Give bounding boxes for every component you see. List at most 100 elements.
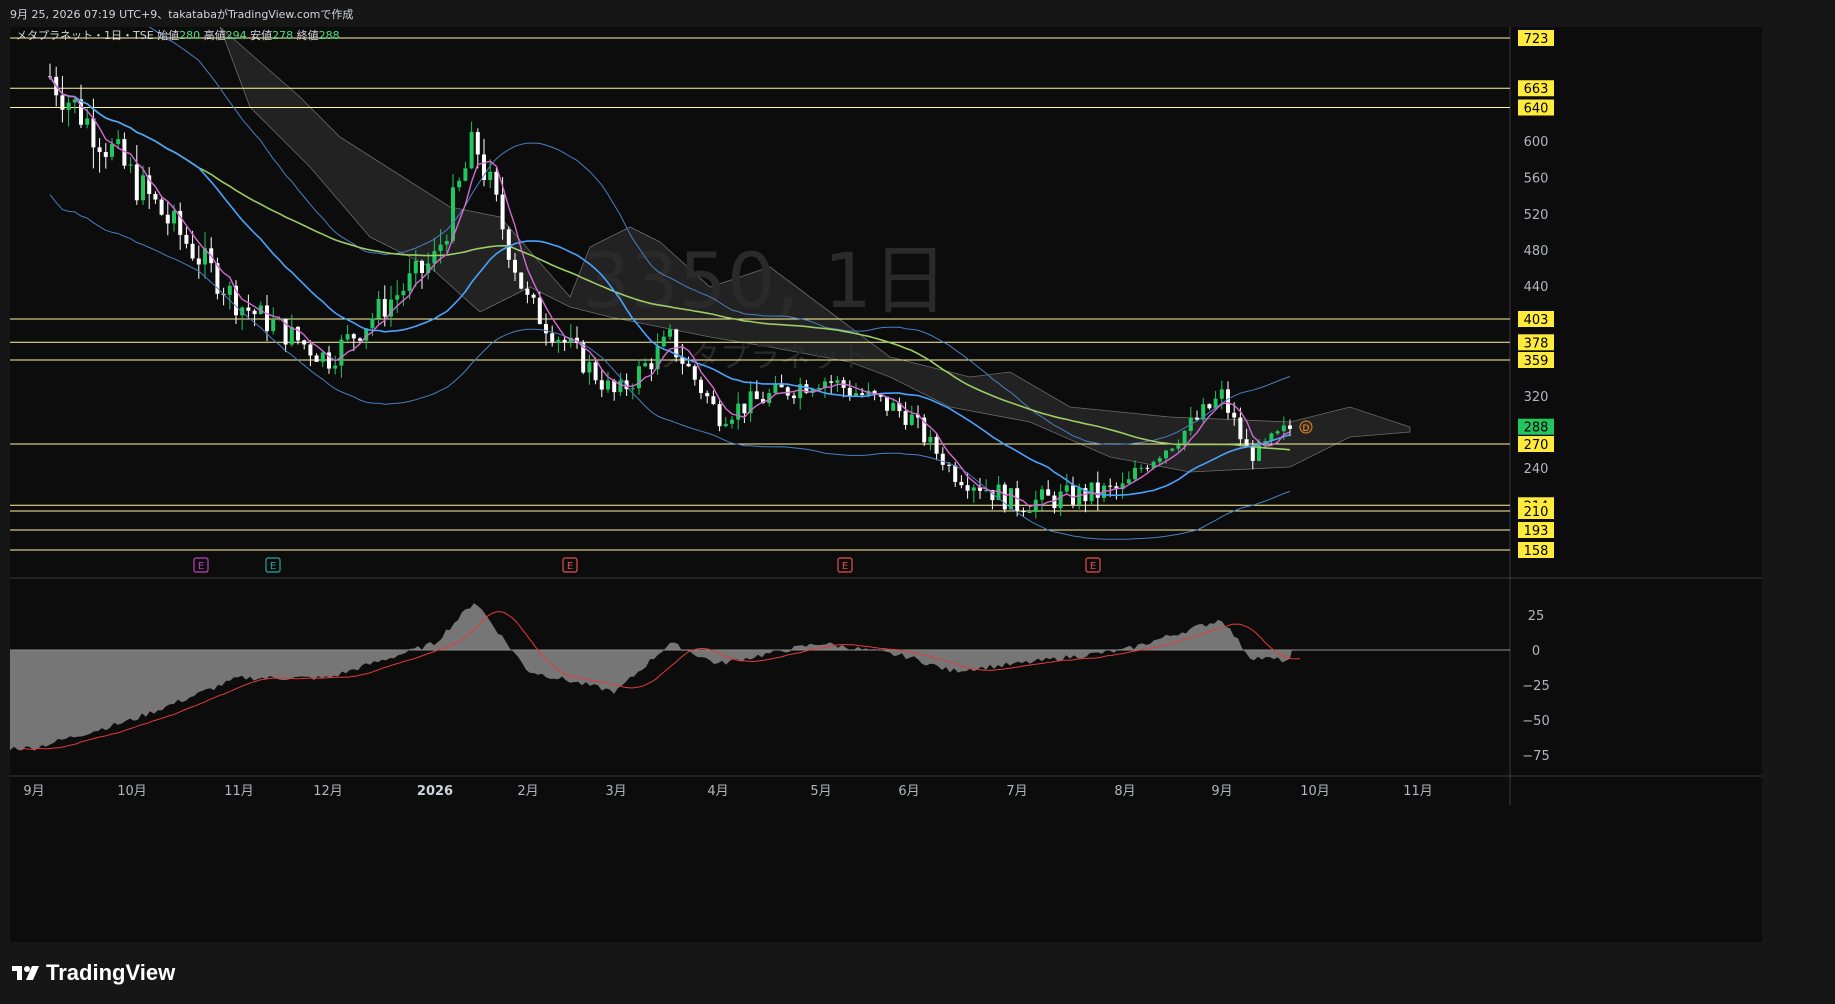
candle-body [1108,485,1113,487]
candle-body [637,366,641,389]
candle-body [928,436,933,443]
candle-body [785,387,790,396]
legend-close-label: 終値 [297,28,319,42]
watermark-subtitle: メタプラネット [660,340,870,375]
candle-body [252,310,257,315]
candle-body [649,363,654,370]
candle-body [265,305,269,332]
candle-body [190,243,195,259]
time-axis-tick-label: 10月 [117,784,147,799]
candle-body [550,333,555,343]
time-axis-tick-label: 11月 [1403,784,1433,799]
candle-body [847,387,852,396]
earnings-marker-letter: E [567,561,573,572]
level-price-badge-label: 359 [1524,354,1549,369]
candle-body [593,362,598,381]
candle-body [1288,425,1292,429]
candle-body [1046,489,1051,496]
candle-body [500,194,505,230]
dividend-marker-label: D [1303,424,1310,434]
price-axis-tick-label: 600 [1524,135,1549,150]
legend-symbol: メタプラネット・1日・TSE [16,29,157,42]
candle-body [1139,467,1144,469]
candle-body [91,118,96,148]
candle-body [1058,491,1063,509]
candle-body [829,381,834,383]
candle-body [903,411,908,425]
candle-body [333,365,338,369]
tradingview-logo[interactable]: TradingView [12,960,175,986]
candle-body [1207,404,1212,409]
time-axis-tick-label: 6月 [898,784,919,799]
candle-body [1250,446,1255,461]
oscillator-axis-tick-label: −75 [1522,749,1549,764]
price-axis-tick-label: 240 [1524,462,1549,477]
candle-body [376,299,381,319]
tradingview-brand-text: TradingView [46,960,176,985]
candle-body [562,339,567,343]
chart-area[interactable]: 9月 10月 11月 12月 2026 2月 3月 4月 5月 6月 7月 8月 9月 10月 11月 335… [10,27,1762,942]
candle-body [1126,479,1131,484]
candle-body [643,363,648,367]
candle-body [66,102,71,110]
level-price-badge-label: 193 [1524,524,1549,539]
candle-body [159,199,164,215]
candle-body [1275,431,1280,434]
oscillator-axis-tick-label: −25 [1522,679,1549,694]
candle-body [1064,485,1069,492]
candle-body [705,392,710,397]
candle-body [296,326,300,341]
candle-body [1170,448,1175,451]
time-axis-tick-label: 9月 [1211,784,1232,799]
last-price-badge-label: 288 [1524,421,1549,436]
candle-body [110,144,114,157]
candle-body [413,260,418,274]
candle-body [959,481,964,486]
candle-body [463,168,468,181]
candle-body [438,244,443,252]
candle-body [271,319,276,332]
price-axis-tick-label: 520 [1524,208,1549,223]
candle-body [382,299,387,317]
oscillator-axis-tick-label: 0 [1532,644,1540,659]
candle-body [860,393,865,395]
candle-body [60,95,65,110]
candle-body [134,164,139,201]
candle-body [537,297,542,325]
earnings-marker-letter: E [842,561,848,572]
price-axis-tick-label: 560 [1524,172,1549,187]
candle-body [153,193,158,200]
candle-body [909,414,914,425]
candle-body [488,171,493,180]
candle-body [395,295,400,300]
candle-body [1002,484,1007,510]
candle-body [444,240,449,245]
chart-svg[interactable]: 9月 10月 11月 12月 2026 2月 3月 4月 5月 6月 7月 8月 9月 10月 11月 335… [10,27,1762,942]
level-price-badge-label: 378 [1524,336,1549,351]
oscillator-axis-tick-label: 25 [1528,609,1545,624]
price-axis-tick-label: 320 [1524,390,1549,405]
candle-body [1219,389,1224,399]
earnings-marker-letter: E [270,561,276,572]
level-price-badge-label: 663 [1524,82,1549,97]
candle-body [754,391,759,400]
candle-body [699,379,703,393]
candle-body [1281,425,1286,432]
candle-body [320,352,325,362]
candle-body [1027,511,1032,513]
legend-open-value: 280 [179,29,204,42]
price-axis-tick-label: 440 [1524,280,1549,295]
candle-body [686,363,691,367]
candle-body [1238,417,1243,440]
candle-body [420,260,424,273]
level-price-badge-label: 403 [1524,313,1549,328]
candle-body [1021,510,1026,513]
candle-body [141,175,145,201]
candle-body [717,404,722,427]
candle-body [85,118,90,125]
candle-body [1145,467,1150,469]
candle-body [401,290,406,296]
candle-body [1182,430,1187,446]
price-axis-tick-label: 480 [1524,244,1549,259]
time-axis-tick-label: 8月 [1114,784,1135,799]
